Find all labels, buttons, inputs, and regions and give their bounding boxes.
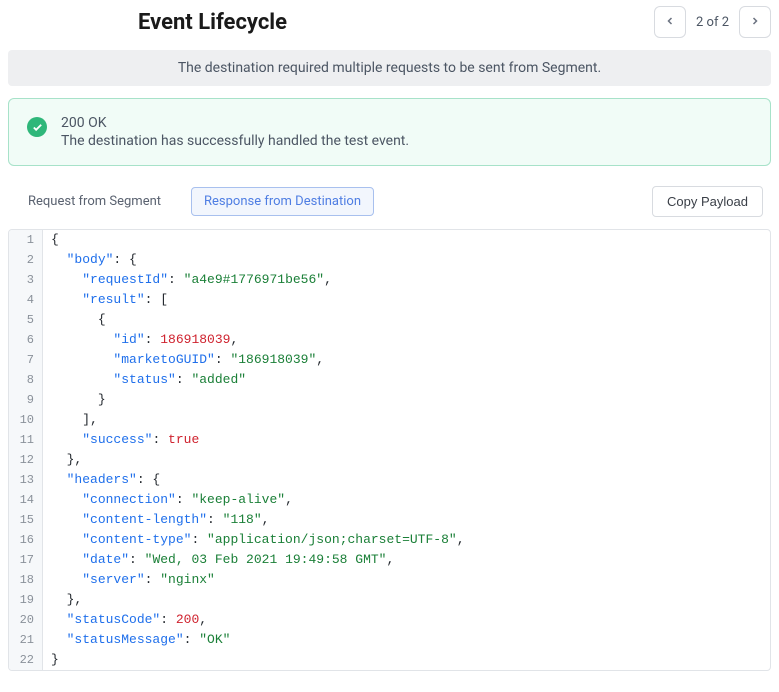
line-content: "result": [	[43, 290, 770, 310]
code-line: 11 "success": true	[9, 430, 770, 450]
line-content: "status": "added"	[43, 370, 770, 390]
check-circle-icon	[27, 117, 47, 137]
code-line: 18 "server": "nginx"	[9, 570, 770, 590]
line-number: 4	[9, 290, 43, 310]
line-content: }	[43, 390, 770, 410]
code-line: 9 }	[9, 390, 770, 410]
line-number: 3	[9, 270, 43, 290]
code-line: 5 {	[9, 310, 770, 330]
line-number: 11	[9, 430, 43, 450]
line-number: 5	[9, 310, 43, 330]
chevron-right-icon	[749, 15, 761, 30]
code-line: 4 "result": [	[9, 290, 770, 310]
line-number: 8	[9, 370, 43, 390]
code-line: 14 "connection": "keep-alive",	[9, 490, 770, 510]
toolbar: Request from Segment Response from Desti…	[8, 186, 771, 217]
line-content: "statusMessage": "OK"	[43, 630, 770, 650]
line-content: "body": {	[43, 250, 770, 270]
notice-bar: The destination required multiple reques…	[8, 50, 771, 86]
line-number: 13	[9, 470, 43, 490]
header: Event Lifecycle 2 of 2	[8, 0, 771, 50]
line-number: 7	[9, 350, 43, 370]
line-number: 6	[9, 330, 43, 350]
line-content: "server": "nginx"	[43, 570, 770, 590]
code-line: 2 "body": {	[9, 250, 770, 270]
code-line: 7 "marketoGUID": "186918039",	[9, 350, 770, 370]
line-number: 16	[9, 530, 43, 550]
line-content: {	[43, 230, 770, 250]
line-number: 18	[9, 570, 43, 590]
code-line: 1{	[9, 230, 770, 250]
status-box: 200 OK The destination has successfully …	[8, 98, 771, 166]
line-content: "date": "Wed, 03 Feb 2021 19:49:58 GMT",	[43, 550, 770, 570]
code-line: 21 "statusMessage": "OK"	[9, 630, 770, 650]
line-number: 2	[9, 250, 43, 270]
pager-prev-button[interactable]	[654, 6, 686, 38]
status-content: 200 OK The destination has successfully …	[61, 115, 409, 149]
line-number: 17	[9, 550, 43, 570]
line-number: 20	[9, 610, 43, 630]
code-line: 20 "statusCode": 200,	[9, 610, 770, 630]
line-content: "statusCode": 200,	[43, 610, 770, 630]
line-number: 21	[9, 630, 43, 650]
code-line: 8 "status": "added"	[9, 370, 770, 390]
line-number: 10	[9, 410, 43, 430]
pager: 2 of 2	[654, 6, 771, 38]
code-block[interactable]: 1{2 "body": {3 "requestId": "a4e9#177697…	[8, 229, 771, 671]
page-title: Event Lifecycle	[138, 10, 287, 35]
line-number: 9	[9, 390, 43, 410]
line-number: 15	[9, 510, 43, 530]
line-content: "requestId": "a4e9#1776971be56",	[43, 270, 770, 290]
line-number: 14	[9, 490, 43, 510]
line-content: {	[43, 310, 770, 330]
tab-request[interactable]: Request from Segment	[16, 188, 173, 215]
code-line: 15 "content-length": "118",	[9, 510, 770, 530]
code-line: 10 ],	[9, 410, 770, 430]
line-content: "content-length": "118",	[43, 510, 770, 530]
line-content: }	[43, 650, 770, 670]
copy-payload-button[interactable]: Copy Payload	[652, 186, 763, 217]
line-number: 1	[9, 230, 43, 250]
code-line: 3 "requestId": "a4e9#1776971be56",	[9, 270, 770, 290]
line-content: "connection": "keep-alive",	[43, 490, 770, 510]
line-content: "success": true	[43, 430, 770, 450]
line-content: "headers": {	[43, 470, 770, 490]
tabs: Request from Segment Response from Desti…	[16, 187, 374, 216]
code-line: 22}	[9, 650, 770, 670]
code-line: 16 "content-type": "application/json;cha…	[9, 530, 770, 550]
line-content: },	[43, 450, 770, 470]
line-content: ],	[43, 410, 770, 430]
line-number: 19	[9, 590, 43, 610]
chevron-left-icon	[664, 15, 676, 30]
line-content: "id": 186918039,	[43, 330, 770, 350]
code-line: 17 "date": "Wed, 03 Feb 2021 19:49:58 GM…	[9, 550, 770, 570]
code-line: 6 "id": 186918039,	[9, 330, 770, 350]
line-content: },	[43, 590, 770, 610]
line-number: 12	[9, 450, 43, 470]
code-line: 13 "headers": {	[9, 470, 770, 490]
notice-text: The destination required multiple reques…	[178, 60, 601, 76]
line-content: "marketoGUID": "186918039",	[43, 350, 770, 370]
status-title: 200 OK	[61, 115, 409, 131]
line-content: "content-type": "application/json;charse…	[43, 530, 770, 550]
pager-text: 2 of 2	[696, 15, 729, 30]
tab-response[interactable]: Response from Destination	[191, 187, 374, 216]
pager-next-button[interactable]	[739, 6, 771, 38]
line-number: 22	[9, 650, 43, 670]
status-description: The destination has successfully handled…	[61, 133, 409, 149]
code-line: 19 },	[9, 590, 770, 610]
code-line: 12 },	[9, 450, 770, 470]
